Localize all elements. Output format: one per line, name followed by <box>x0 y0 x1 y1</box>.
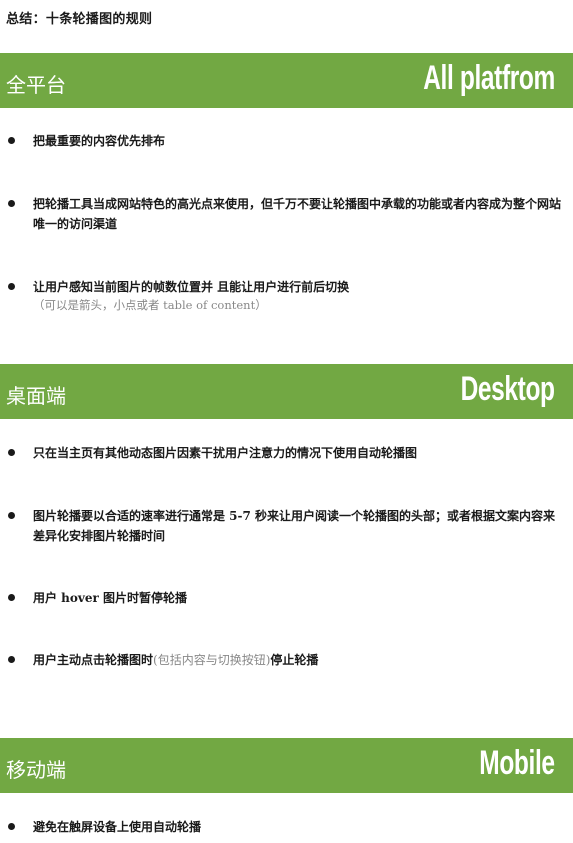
list-item-text-part: 停止轮播 <box>270 653 319 667</box>
list-item: 让用户感知当前图片的帧数位置并 且能让用户进行前后切换 （可以是箭头，小点或者 … <box>6 277 561 313</box>
list-item: 把最重要的内容优先排布 <box>6 131 561 151</box>
list-item-text: 避免在触屏设备上使用自动轮播 <box>33 820 202 834</box>
list-item: 只在当主页有其他动态图片因素干扰用户注意力的情况下使用自动轮播图 <box>6 443 561 463</box>
list-item: 用户 hover 图片时暂停轮播 <box>6 588 561 608</box>
section-title-en: Desktop <box>460 370 555 408</box>
section-title-cn: 移动端 <box>6 758 66 782</box>
section-header-all-platform: 全平台 All platfrom <box>0 53 573 108</box>
bullet-icon <box>8 137 15 144</box>
bullet-icon <box>8 200 15 207</box>
section-title-cn: 桌面端 <box>6 384 66 408</box>
list-item-note: （可以是箭头，小点或者 table of content） <box>33 298 267 312</box>
list-item-text: 用户 hover 图片时暂停轮播 <box>33 591 188 605</box>
list-item-text: 用户主动点击轮播图时(包括内容与切换按钮)停止轮播 <box>33 650 561 670</box>
list-item: 避免在触屏设备上使用自动轮播 <box>6 817 561 837</box>
bullet-icon <box>8 449 15 456</box>
list-item: 图片轮播要以合适的速率进行通常是 5-7 秒来让用户阅读一个轮播图的头部；或者根… <box>6 506 561 546</box>
section-title-en: Mobile <box>479 744 556 782</box>
list-item: 用户主动点击轮播图时(包括内容与切换按钮)停止轮播 <box>6 650 561 670</box>
list-item-text: 图片轮播要以合适的速率进行通常是 5-7 秒来让用户阅读一个轮播图的头部；或者根… <box>33 509 556 543</box>
bullet-icon <box>8 823 15 830</box>
bullet-icon <box>8 594 15 601</box>
bullet-icon <box>8 283 15 290</box>
section-header-desktop: 桌面端 Desktop <box>0 364 573 419</box>
bullet-icon <box>8 512 15 519</box>
list-item: 把轮播工具当成网站特色的高光点来使用，但千万不要让轮播图中承载的功能或者内容成为… <box>6 194 561 234</box>
list-item-text: 只在当主页有其他动态图片因素干扰用户注意力的情况下使用自动轮播图 <box>33 446 418 460</box>
section-title-en: All platfrom <box>423 59 555 97</box>
list-item-text: 把最重要的内容优先排布 <box>33 134 166 148</box>
list-item-text: 让用户感知当前图片的帧数位置并 且能让用户进行前后切换 <box>33 280 350 294</box>
section-title-cn: 全平台 <box>6 73 66 97</box>
bullet-icon <box>8 656 15 663</box>
list-item-text-part: 用户主动点击轮播图时 <box>33 653 154 667</box>
page-title: 总结：十条轮播图的规则 <box>6 12 153 27</box>
list-item-aside: (包括内容与切换按钮) <box>153 653 271 667</box>
section-header-mobile: 移动端 Mobile <box>0 738 573 793</box>
list-item-text: 把轮播工具当成网站特色的高光点来使用，但千万不要让轮播图中承载的功能或者内容成为… <box>33 197 562 231</box>
